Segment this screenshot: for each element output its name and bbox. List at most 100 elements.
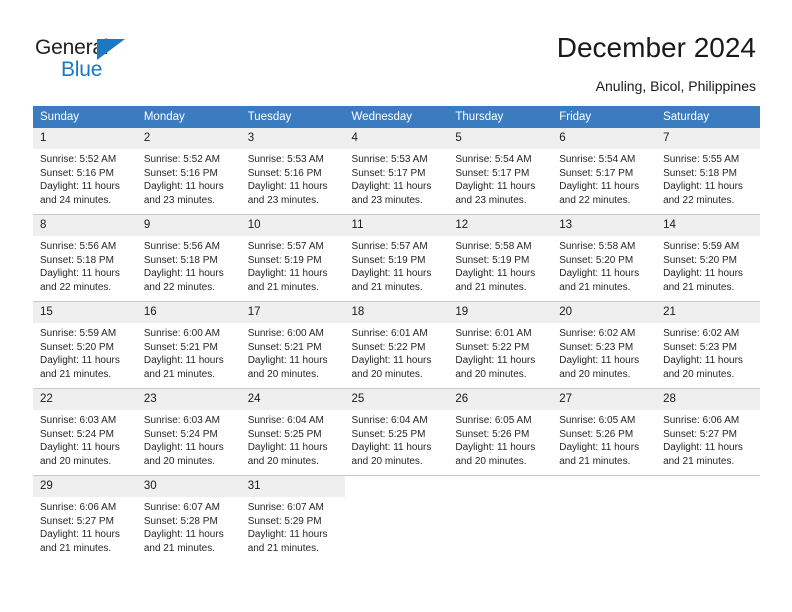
calendar-day-cell[interactable]: 15 Sunrise: 5:59 AM Sunset: 5:20 PM Dayligh… [33, 301, 137, 389]
calendar-day-cell[interactable]: 29 Sunrise: 6:06 AM Sunset: 5:27 PM Dayligh… [33, 475, 137, 562]
weekday-header-saturday: Saturday [656, 106, 760, 128]
sunset-text: Sunset: 5:17 PM [455, 167, 530, 179]
calendar-day-cell[interactable]: 31 Sunrise: 6:07 AM Sunset: 5:29 PM Dayligh… [240, 475, 345, 562]
day-cell-inner: 16 Sunrise: 6:00 AM Sunset: 5:21 PM Dayligh… [136, 302, 241, 388]
day-number: 28 [656, 389, 760, 410]
calendar-day-cell[interactable]: 8 Sunrise: 5:56 AM Sunset: 5:18 PM Daylight… [33, 214, 137, 302]
calendar-day-cell[interactable]: 13 Sunrise: 5:58 AM Sunset: 5:20 PM Dayligh… [552, 214, 657, 302]
sunset-text: Sunset: 5:20 PM [663, 254, 737, 266]
calendar-day-cell[interactable] [656, 475, 760, 562]
sunset-text: Sunset: 5:26 PM [455, 428, 530, 440]
day-number: 8 [33, 215, 137, 236]
calendar-day-cell[interactable] [552, 475, 657, 562]
calendar-day-cell[interactable]: 18 Sunrise: 6:01 AM Sunset: 5:22 PM Dayligh… [344, 301, 449, 389]
day-details: Sunrise: 5:53 AM Sunset: 5:16 PM Daylight:… [241, 149, 345, 207]
day-number: 19 [448, 302, 553, 323]
sunrise-text: Sunrise: 6:02 AM [663, 328, 740, 339]
sunrise-text: Sunrise: 5:54 AM [559, 154, 636, 165]
day-number: 12 [448, 215, 553, 236]
sunrise-text: Sunrise: 6:01 AM [351, 328, 428, 339]
sunrise-text: Sunrise: 5:58 AM [559, 241, 636, 252]
sunrise-text: Sunrise: 6:06 AM [663, 415, 740, 426]
daylight-text-line2: and 21 minutes. [455, 281, 527, 293]
day-number [448, 476, 553, 497]
calendar-day-cell[interactable]: 9 Sunrise: 5:56 AM Sunset: 5:18 PM Daylight… [136, 214, 241, 302]
sunrise-sunset-calendar: Sunday Monday Tuesday Wednesday Thursday… [33, 106, 760, 562]
day-details: Sunrise: 5:58 AM Sunset: 5:19 PM Daylight:… [448, 236, 552, 294]
calendar-day-cell[interactable]: 10 Sunrise: 5:57 AM Sunset: 5:19 PM Dayligh… [240, 214, 345, 302]
calendar-day-cell[interactable]: 5 Sunrise: 5:54 AM Sunset: 5:17 PM Daylight… [448, 128, 553, 215]
calendar-day-cell[interactable]: 30 Sunrise: 6:07 AM Sunset: 5:28 PM Dayligh… [136, 475, 241, 562]
daylight-text-line2: and 21 minutes. [40, 368, 112, 380]
daylight-text-line1: Daylight: 11 hours [351, 442, 432, 454]
daylight-text-line1: Daylight: 11 hours [247, 529, 328, 541]
calendar-day-cell[interactable]: 17 Sunrise: 6:00 AM Sunset: 5:21 PM Dayligh… [240, 301, 345, 389]
day-number: 10 [240, 215, 345, 236]
calendar-day-cell[interactable]: 27 Sunrise: 6:05 AM Sunset: 5:26 PM Dayligh… [552, 388, 657, 476]
calendar-day-cell[interactable] [448, 475, 553, 562]
sunset-text: Sunset: 5:20 PM [40, 341, 114, 353]
sunset-text: Sunset: 5:16 PM [40, 167, 114, 179]
day-cell-inner: 20 Sunrise: 6:02 AM Sunset: 5:23 PM Dayligh… [552, 302, 657, 388]
day-details [656, 497, 760, 501]
sunrise-text: Sunrise: 6:05 AM [559, 415, 636, 426]
daylight-text-line1: Daylight: 11 hours [559, 181, 640, 193]
sunset-text: Sunset: 5:19 PM [351, 254, 426, 266]
daylight-text-line1: Daylight: 11 hours [559, 355, 640, 367]
daylight-text-line1: Daylight: 11 hours [143, 181, 224, 193]
general-blue-logo[interactable]: General Blue [35, 36, 195, 84]
daylight-text-line1: Daylight: 11 hours [40, 442, 120, 454]
calendar-day-cell[interactable] [344, 475, 449, 562]
calendar-day-cell[interactable]: 11 Sunrise: 5:57 AM Sunset: 5:19 PM Dayligh… [344, 214, 449, 302]
day-number: 15 [33, 302, 137, 323]
sunset-text: Sunset: 5:28 PM [143, 515, 218, 527]
calendar-week-row: 1 Sunrise: 5:52 AM Sunset: 5:16 PM Daylight… [33, 128, 760, 215]
calendar-day-cell[interactable]: 2 Sunrise: 5:52 AM Sunset: 5:16 PM Daylight… [136, 128, 241, 215]
sunrise-text: Sunrise: 5:57 AM [247, 241, 324, 252]
calendar-day-cell[interactable]: 19 Sunrise: 6:01 AM Sunset: 5:22 PM Dayligh… [448, 301, 553, 389]
calendar-day-cell[interactable]: 21 Sunrise: 6:02 AM Sunset: 5:23 PM Dayligh… [656, 301, 760, 389]
day-number: 7 [656, 128, 760, 149]
calendar-day-cell[interactable]: 16 Sunrise: 6:00 AM Sunset: 5:21 PM Dayligh… [136, 301, 241, 389]
calendar-day-cell[interactable]: 6 Sunrise: 5:54 AM Sunset: 5:17 PM Daylight… [552, 128, 657, 215]
calendar-day-cell[interactable]: 14 Sunrise: 5:59 AM Sunset: 5:20 PM Dayligh… [656, 214, 760, 302]
daylight-text-line1: Daylight: 11 hours [351, 355, 432, 367]
daylight-text-line1: Daylight: 11 hours [663, 268, 743, 280]
daylight-text-line1: Daylight: 11 hours [559, 268, 640, 280]
sunset-text: Sunset: 5:16 PM [143, 167, 218, 179]
sunset-text: Sunset: 5:21 PM [247, 341, 322, 353]
calendar-day-cell[interactable]: 22 Sunrise: 6:03 AM Sunset: 5:24 PM Dayligh… [33, 388, 137, 476]
day-number: 13 [552, 215, 657, 236]
sunset-text: Sunset: 5:19 PM [455, 254, 530, 266]
sunrise-text: Sunrise: 6:04 AM [247, 415, 324, 426]
calendar-day-cell[interactable]: 7 Sunrise: 5:55 AM Sunset: 5:18 PM Daylight… [656, 128, 760, 215]
day-details: Sunrise: 5:54 AM Sunset: 5:17 PM Daylight:… [448, 149, 552, 207]
calendar-day-cell[interactable]: 3 Sunrise: 5:53 AM Sunset: 5:16 PM Daylight… [240, 128, 345, 215]
daylight-text-line2: and 21 minutes. [143, 542, 216, 554]
daylight-text-line2: and 20 minutes. [247, 368, 319, 380]
day-details [552, 497, 656, 501]
day-details: Sunrise: 6:03 AM Sunset: 5:24 PM Daylight:… [137, 410, 241, 468]
day-details: Sunrise: 6:02 AM Sunset: 5:23 PM Daylight:… [552, 323, 656, 381]
sunrise-text: Sunrise: 5:54 AM [455, 154, 532, 165]
calendar-day-cell[interactable]: 12 Sunrise: 5:58 AM Sunset: 5:19 PM Dayligh… [448, 214, 553, 302]
sunset-text: Sunset: 5:21 PM [143, 341, 218, 353]
sunrise-text: Sunrise: 6:01 AM [455, 328, 532, 339]
daylight-text-line2: and 24 minutes. [40, 194, 112, 206]
calendar-day-cell[interactable]: 23 Sunrise: 6:03 AM Sunset: 5:24 PM Dayligh… [136, 388, 241, 476]
day-number: 31 [240, 476, 345, 497]
page-subtitle: Anuling, Bicol, Philippines [595, 78, 756, 94]
day-number: 24 [240, 389, 345, 410]
weekday-header-wednesday: Wednesday [344, 106, 449, 128]
weekday-header-sunday: Sunday [33, 106, 137, 128]
daylight-text-line1: Daylight: 11 hours [247, 268, 328, 280]
calendar-day-cell[interactable]: 24 Sunrise: 6:04 AM Sunset: 5:25 PM Dayligh… [240, 388, 345, 476]
sunrise-text: Sunrise: 5:53 AM [351, 154, 428, 165]
calendar-day-cell[interactable]: 25 Sunrise: 6:04 AM Sunset: 5:25 PM Dayligh… [344, 388, 449, 476]
sunset-text: Sunset: 5:25 PM [247, 428, 322, 440]
calendar-day-cell[interactable]: 26 Sunrise: 6:05 AM Sunset: 5:26 PM Dayligh… [448, 388, 553, 476]
calendar-day-cell[interactable]: 1 Sunrise: 5:52 AM Sunset: 5:16 PM Daylight… [33, 128, 137, 215]
calendar-day-cell[interactable]: 28 Sunrise: 6:06 AM Sunset: 5:27 PM Dayligh… [656, 388, 760, 476]
calendar-day-cell[interactable]: 4 Sunrise: 5:53 AM Sunset: 5:17 PM Daylight… [344, 128, 449, 215]
calendar-day-cell[interactable]: 20 Sunrise: 6:02 AM Sunset: 5:23 PM Dayligh… [552, 301, 657, 389]
